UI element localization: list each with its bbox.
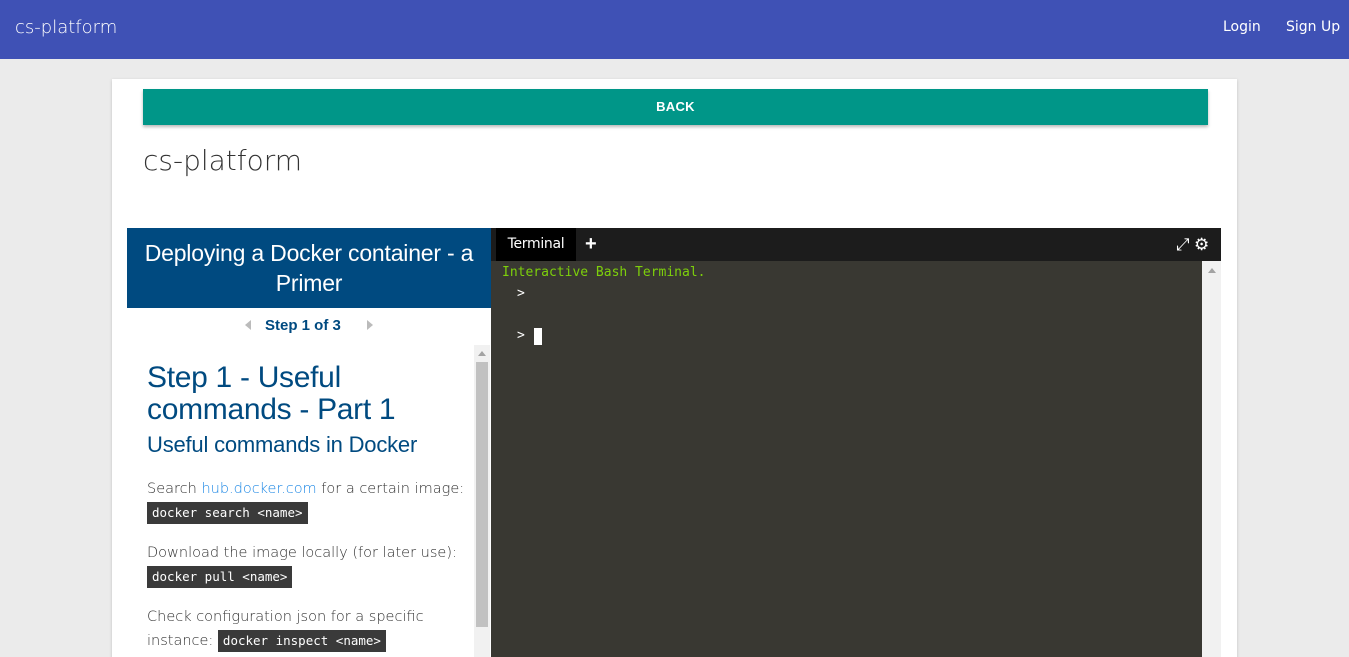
tutorial-title: Deploying a Docker container - a Primer (127, 228, 491, 308)
instruction-paragraph: Check configuration json for a specific … (147, 605, 467, 653)
docker-hub-link[interactable]: hub.docker.com (201, 481, 316, 497)
instruction-text: Search (147, 481, 202, 497)
terminal-panel: Terminal + ⤢ ⚙ Interactive Bash Terminal… (491, 228, 1221, 657)
code-snippet[interactable]: docker search <name> (147, 502, 308, 524)
instruction-text: for a certain image: (316, 481, 465, 497)
expand-icon[interactable]: ⤢ (1176, 236, 1190, 254)
scroll-up-icon[interactable] (1208, 268, 1216, 273)
instruction-text: Download the image locally (for later us… (147, 545, 457, 561)
terminal-prompt: > (517, 286, 525, 301)
instruction-paragraph: Download the image locally (for later us… (147, 541, 467, 589)
instruction-paragraph: Search hub.docker.com for a certain imag… (147, 477, 467, 525)
step-indicator: Step 1 of 3 (265, 317, 341, 334)
terminal-output[interactable]: Interactive Bash Terminal. > > (491, 261, 1202, 657)
terminal-banner: Interactive Bash Terminal. (502, 265, 706, 280)
step-title: Step 1 - Useful commands - Part 1 (147, 361, 396, 426)
page-title: cs-platform (143, 144, 303, 177)
tab-terminal[interactable]: Terminal (496, 228, 576, 261)
terminal-cursor (534, 328, 542, 345)
terminal-scrollbar[interactable] (1202, 261, 1221, 657)
previous-step-icon[interactable] (245, 320, 251, 330)
login-link[interactable]: Login (1223, 19, 1261, 35)
brand-logo[interactable]: cs-platform (15, 17, 117, 38)
code-snippet[interactable]: docker pull <name> (147, 566, 293, 588)
scroll-up-icon[interactable] (478, 351, 486, 356)
scrollbar-thumb[interactable] (476, 362, 488, 627)
code-snippet[interactable]: docker inspect <name> (217, 630, 386, 652)
tutorial-panel: Deploying a Docker container - a Primer … (127, 228, 491, 657)
step-navigation: Step 1 of 3 (127, 316, 491, 338)
tutorial-content-scroll[interactable]: Step 1 - Useful commands - Part 1 Useful… (127, 345, 491, 657)
next-step-icon[interactable] (367, 320, 373, 330)
terminal-prompt: > (517, 328, 525, 343)
signup-link[interactable]: Sign Up (1286, 19, 1340, 35)
gear-icon[interactable]: ⚙ (1194, 236, 1209, 254)
add-tab-icon[interactable]: + (585, 234, 597, 254)
terminal-tab-bar: Terminal + ⤢ ⚙ (491, 228, 1221, 261)
tutorial-scrollbar[interactable] (474, 345, 490, 657)
back-button[interactable]: BACK (143, 89, 1208, 125)
step-subtitle: Useful commands in Docker (147, 432, 418, 457)
top-navbar: cs-platform Login Sign Up (0, 0, 1349, 59)
